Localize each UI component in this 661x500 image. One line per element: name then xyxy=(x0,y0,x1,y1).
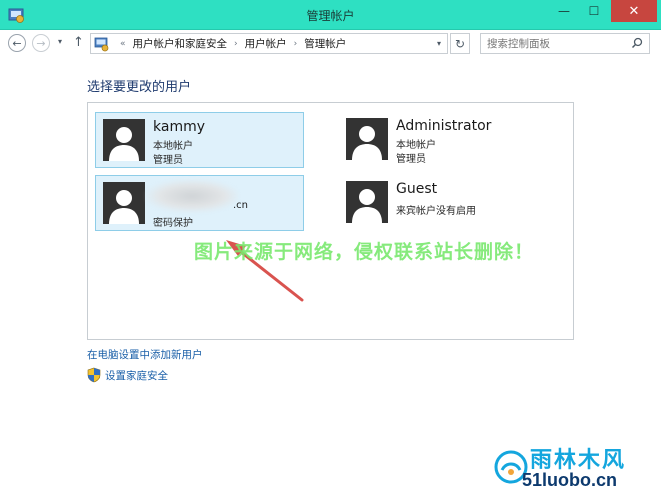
shield-icon xyxy=(87,367,101,383)
title-bar: 管理帐户 — ☐ ✕ xyxy=(0,0,661,30)
account-role: 管理员 xyxy=(396,154,426,165)
account-email-suffix: .cn xyxy=(233,200,249,211)
breadcrumb-user-accounts-family[interactable]: 用户帐户和家庭安全 xyxy=(130,36,231,51)
account-name: kammy xyxy=(153,119,206,135)
task-links: 在电脑设置中添加新用户 设置家庭安全 xyxy=(87,347,203,383)
breadcrumb-separator[interactable]: › xyxy=(290,39,302,49)
account-type: 来宾帐户没有启用 xyxy=(396,206,476,217)
forward-button[interactable]: → xyxy=(32,34,50,52)
account-name: Administrator xyxy=(396,118,492,134)
account-tile-administrator[interactable]: Administrator 本地帐户 管理员 xyxy=(339,112,548,168)
search-input[interactable] xyxy=(487,37,627,50)
page-heading: 选择要更改的用户 xyxy=(87,80,192,95)
refresh-button[interactable]: ↻ xyxy=(450,33,470,54)
site-logo: 雨林木风 51luobo.cn xyxy=(492,442,657,498)
user-avatar-icon xyxy=(103,119,145,161)
breadcrumb-manage-accounts[interactable]: 管理帐户 xyxy=(301,36,349,51)
minimize-button[interactable]: — xyxy=(549,0,579,22)
account-name: Guest xyxy=(396,181,438,197)
watermark-text: 图片来源于网络，侵权联系站长删除！ xyxy=(194,241,535,263)
maximize-button[interactable]: ☐ xyxy=(579,0,609,22)
recent-locations-dropdown[interactable]: ▾ xyxy=(58,37,62,46)
breadcrumb-overflow[interactable]: « xyxy=(116,39,130,49)
user-avatar-icon xyxy=(346,181,388,223)
accounts-panel: kammy 本地帐户 管理员 Administrator 本地帐户 管理员 .c… xyxy=(87,102,574,340)
address-dropdown-icon[interactable]: ▾ xyxy=(437,39,441,48)
family-safety-link[interactable]: 设置家庭安全 xyxy=(87,367,207,383)
redacted-account-name xyxy=(146,180,238,212)
user-avatar-icon xyxy=(346,118,388,160)
control-panel-icon xyxy=(94,37,109,51)
address-bar[interactable]: « 用户帐户和家庭安全 › 用户帐户 › 管理帐户 ▾ xyxy=(90,33,448,54)
account-role: 密码保护 xyxy=(153,218,193,229)
account-type: 本地帐户 xyxy=(153,141,193,152)
account-type: 本地帐户 xyxy=(396,140,436,151)
logo-domain: 51luobo.cn xyxy=(522,470,618,490)
account-tile-microsoft[interactable]: .cn 密码保护 xyxy=(95,175,304,231)
breadcrumb-user-accounts[interactable]: 用户帐户 xyxy=(242,36,290,51)
back-button[interactable]: ← xyxy=(8,34,26,52)
add-new-user-link[interactable]: 在电脑设置中添加新用户 xyxy=(87,347,203,362)
account-tile-guest[interactable]: Guest 来宾帐户没有启用 xyxy=(339,175,548,231)
search-box[interactable] xyxy=(480,33,650,54)
user-avatar-icon xyxy=(103,182,145,224)
account-tile-kammy[interactable]: kammy 本地帐户 管理员 xyxy=(95,112,304,168)
search-icon[interactable] xyxy=(631,37,643,49)
close-button[interactable]: ✕ xyxy=(611,0,657,22)
up-button[interactable]: ↑ xyxy=(73,35,84,50)
navigation-bar: ← → ▾ ↑ « 用户帐户和家庭安全 › 用户帐户 › 管理帐户 ▾ ↻ xyxy=(0,30,661,56)
family-safety-label: 设置家庭安全 xyxy=(105,369,168,382)
account-role: 管理员 xyxy=(153,155,183,166)
breadcrumb-separator[interactable]: › xyxy=(230,39,242,49)
